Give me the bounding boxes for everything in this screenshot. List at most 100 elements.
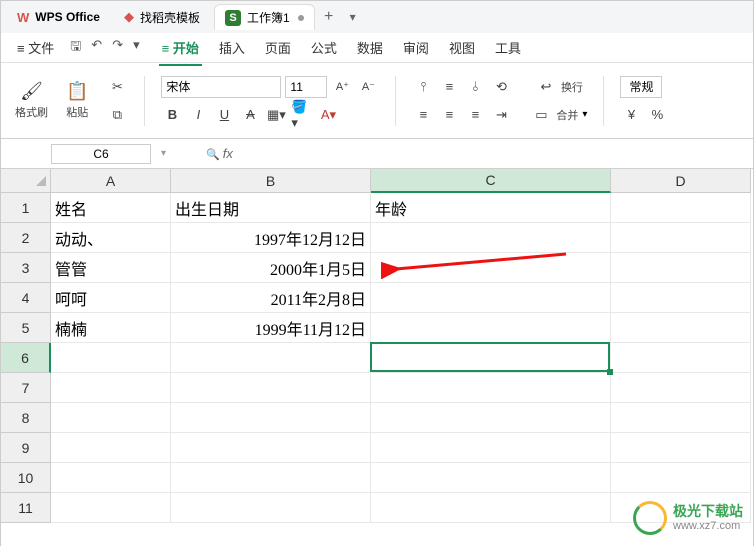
strike-button[interactable]: A — [239, 104, 261, 126]
file-menu[interactable]: 文件 — [9, 34, 62, 61]
fx-label[interactable]: fx — [206, 146, 233, 161]
menu-审阅[interactable]: 审阅 — [395, 34, 437, 61]
cell-B4[interactable]: 2011年2月8日 — [171, 283, 371, 313]
col-header-A[interactable]: A — [51, 169, 171, 193]
cell-A10[interactable] — [51, 463, 171, 493]
border-button[interactable]: ▦▾ — [265, 104, 287, 126]
cell-A11[interactable] — [51, 493, 171, 523]
currency-button[interactable]: ¥ — [620, 104, 642, 126]
align-bottom-icon[interactable]: ⫰ — [464, 76, 486, 98]
cell-C2[interactable] — [371, 223, 611, 253]
cell-D9[interactable] — [611, 433, 751, 463]
cell-B11[interactable] — [171, 493, 371, 523]
number-format-select[interactable]: 常规 — [620, 76, 662, 98]
col-header-D[interactable]: D — [611, 169, 751, 193]
percent-button[interactable]: % — [646, 104, 668, 126]
cell-A7[interactable] — [51, 373, 171, 403]
cell-D4[interactable] — [611, 283, 751, 313]
format-painter-group[interactable]: 🖌 格式刷 — [9, 79, 54, 122]
cell-D10[interactable] — [611, 463, 751, 493]
row-header-5[interactable]: 5 — [1, 313, 51, 343]
cell-C3[interactable] — [371, 253, 611, 283]
row-header-10[interactable]: 10 — [1, 463, 51, 493]
row-header-2[interactable]: 2 — [1, 223, 51, 253]
align-left-icon[interactable]: ≡ — [412, 104, 434, 126]
namebox-dropdown-icon[interactable]: ▾ — [161, 148, 166, 159]
template-tab[interactable]: ◆ 找稻壳模板 — [114, 4, 210, 30]
wrap-button[interactable]: ↩ 换行 — [535, 76, 583, 98]
row-header-8[interactable]: 8 — [1, 403, 51, 433]
align-top-icon[interactable]: ⫯ — [412, 76, 434, 98]
cell-B2[interactable]: 1997年12月12日 — [171, 223, 371, 253]
copy-icon[interactable]: ⧉ — [106, 104, 128, 126]
cell-B10[interactable] — [171, 463, 371, 493]
decrease-font-icon[interactable]: A⁻ — [357, 76, 379, 98]
row-header-1[interactable]: 1 — [1, 193, 51, 223]
cell-A8[interactable] — [51, 403, 171, 433]
app-tab[interactable]: W WPS Office — [7, 4, 110, 30]
cell-B8[interactable] — [171, 403, 371, 433]
font-name-select[interactable] — [161, 76, 281, 98]
cell-C5[interactable] — [371, 313, 611, 343]
row-header-6[interactable]: 6 — [1, 343, 51, 373]
bold-button[interactable]: B — [161, 104, 183, 126]
menu-公式[interactable]: 公式 — [303, 34, 345, 61]
name-box[interactable] — [51, 144, 151, 164]
cut-icon[interactable]: ✂ — [106, 76, 128, 98]
cell-D8[interactable] — [611, 403, 751, 433]
cell-C6[interactable] — [371, 343, 611, 373]
increase-font-icon[interactable]: A⁺ — [331, 76, 353, 98]
align-right-icon[interactable]: ≡ — [464, 104, 486, 126]
cell-D5[interactable] — [611, 313, 751, 343]
cell-A9[interactable] — [51, 433, 171, 463]
font-color-button[interactable]: A▾ — [317, 104, 339, 126]
cell-A5[interactable]: 楠楠 — [51, 313, 171, 343]
align-center-icon[interactable]: ≡ — [438, 104, 460, 126]
workbook-tab[interactable]: S 工作簿1 — [214, 4, 315, 30]
row-header-3[interactable]: 3 — [1, 253, 51, 283]
cell-D1[interactable] — [611, 193, 751, 223]
cell-A4[interactable]: 呵呵 — [51, 283, 171, 313]
cell-C4[interactable] — [371, 283, 611, 313]
menu-数据[interactable]: 数据 — [349, 34, 391, 61]
cell-B1[interactable]: 出生日期 — [171, 193, 371, 223]
cell-C9[interactable] — [371, 433, 611, 463]
save-icon[interactable]: 🖫 — [70, 37, 81, 59]
italic-button[interactable]: I — [187, 104, 209, 126]
fill-handle[interactable] — [607, 369, 613, 375]
font-size-select[interactable] — [285, 76, 327, 98]
quick-more-icon[interactable]: ▾ — [133, 37, 140, 59]
cell-D6[interactable] — [611, 343, 751, 373]
cell-C8[interactable] — [371, 403, 611, 433]
undo-icon[interactable]: ↶ — [91, 37, 102, 59]
indent-icon[interactable]: ⇥ — [490, 104, 512, 126]
col-header-C[interactable]: C — [371, 169, 611, 193]
cell-D3[interactable] — [611, 253, 751, 283]
menu-插入[interactable]: 插入 — [211, 34, 253, 61]
merge-button[interactable]: ▭ 合并▾ — [530, 104, 587, 126]
cell-A2[interactable]: 动动、 — [51, 223, 171, 253]
cell-A6[interactable] — [51, 343, 171, 373]
cell-D7[interactable] — [611, 373, 751, 403]
menu-工具[interactable]: 工具 — [487, 34, 529, 61]
cell-C7[interactable] — [371, 373, 611, 403]
fill-color-button[interactable]: 🪣▾ — [291, 104, 313, 126]
cell-B9[interactable] — [171, 433, 371, 463]
cell-A3[interactable]: 管管 — [51, 253, 171, 283]
row-header-4[interactable]: 4 — [1, 283, 51, 313]
col-header-B[interactable]: B — [171, 169, 371, 193]
select-all-corner[interactable] — [1, 169, 51, 193]
cell-B7[interactable] — [171, 373, 371, 403]
underline-button[interactable]: U — [213, 104, 235, 126]
redo-icon[interactable]: ↷ — [112, 37, 123, 59]
row-header-9[interactable]: 9 — [1, 433, 51, 463]
menu-开始[interactable]: 开始 — [154, 34, 207, 61]
cell-A1[interactable]: 姓名 — [51, 193, 171, 223]
cell-C11[interactable] — [371, 493, 611, 523]
paste-group[interactable]: 📋 粘贴 — [60, 79, 94, 122]
formula-input[interactable] — [243, 144, 753, 164]
cell-B3[interactable]: 2000年1月5日 — [171, 253, 371, 283]
cell-B6[interactable] — [171, 343, 371, 373]
cell-C10[interactable] — [371, 463, 611, 493]
row-header-11[interactable]: 11 — [1, 493, 51, 523]
